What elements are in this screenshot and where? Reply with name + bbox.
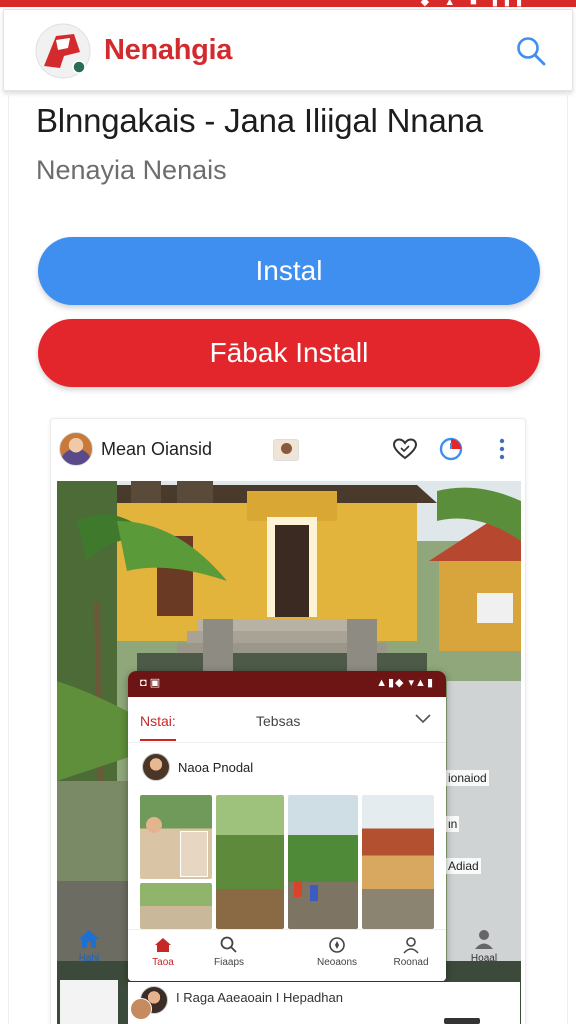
chart-icon[interactable] [437,435,465,463]
chevron-down-icon[interactable] [414,711,432,727]
photo-thumb[interactable] [362,795,434,929]
avatar[interactable] [59,432,93,466]
status-bar: ◆ ▲ ■ ▮▮▮ [0,0,576,8]
inner-nav-search[interactable]: Fiaaps [194,936,264,968]
inner-nav-home[interactable]: Taoa [128,936,198,968]
inner-nav-label: Fiaaps [213,957,244,968]
inner-nav-label: Roonad [393,957,429,968]
footer-bar [444,1018,480,1024]
inner-user-name: Naoa Pnodal [178,760,254,775]
app-logo-icon[interactable] [34,22,92,80]
inner-nav-label: Neoaons [316,957,358,968]
footer-text: Ι Raga Aaeaoain Ι Hepadhan [176,990,343,1005]
search-icon[interactable] [514,34,548,68]
left-strip [60,980,118,1024]
inner-status-bar: ◘ ▣ ▲▮◆ ▾▲▮ [128,671,446,697]
inner-bottom-nav: Taoa Fiaaps Neoaons Roonad [128,929,446,981]
inner-app-screenshot: ◘ ▣ ▲▮◆ ▾▲▮ Nstai: Tebsas Naoa Pnodal Ta… [128,671,446,981]
nav-home-label: Hahl [78,953,100,964]
tab-installs[interactable]: Nstai: [140,713,176,741]
home-icon [155,938,171,952]
search-icon [220,936,237,953]
app-developer[interactable]: Nenayia Nenais [36,155,227,186]
brand-name: Nenahgia [104,34,233,66]
avatar [130,998,152,1020]
inner-nav-notifications[interactable]: Neoaons [302,936,372,968]
nav-profile[interactable]: Hoaal [456,928,512,978]
side-label-1: ionaiod [446,770,489,786]
side-label-2: ιn [446,816,460,832]
inner-tabs: Nstai: Tebsas [128,697,446,743]
photo-thumb[interactable] [140,795,212,879]
avatar [142,753,170,781]
profile-icon [403,937,419,954]
preview-header: Mean Oiansid [51,419,525,479]
side-label-3: Adiad [446,858,481,874]
inner-nav-profile[interactable]: Roonad [376,936,446,968]
preview-user-name: Mean Oiansid [101,439,213,459]
profile-icon [475,930,493,949]
footer-row[interactable]: Ι Raga Aaeaoain Ι Hepadhan [128,982,520,1024]
inner-status-left: ◘ ▣ [140,677,161,689]
inner-status-right: ▲▮◆ ▾▲▮ [376,677,434,689]
inner-user-row[interactable]: Naoa Pnodal [128,745,446,789]
fast-install-button[interactable]: Fābak Install [38,319,540,387]
inner-nav-label: Taoa [152,957,174,968]
install-button[interactable]: Instal [38,237,540,305]
more-vert-icon[interactable] [495,435,509,463]
photo-thumb[interactable] [216,795,284,929]
compass-icon [329,937,345,953]
heart-icon[interactable] [391,435,419,463]
app-title: Blnngakais - Jana Iliigal Nnana [36,102,483,139]
status-icons: ◆ ▲ ■ ▮▮▮ [420,0,528,8]
photo-grid [140,795,436,931]
nav-profile-label: Hoaal [470,953,498,964]
app-header: Nenahgia [3,9,573,91]
nav-home[interactable]: Hahl [60,928,118,978]
app-store-page: ◆ ▲ ■ ▮▮▮ Nenahgia Blnngakais - Jana Ili… [0,0,576,1024]
thumbnail-icon [273,439,299,461]
home-icon [79,930,99,948]
photo-thumb[interactable] [140,883,212,929]
tab-second[interactable]: Tebsas [256,713,300,729]
photo-thumb[interactable] [288,795,358,929]
